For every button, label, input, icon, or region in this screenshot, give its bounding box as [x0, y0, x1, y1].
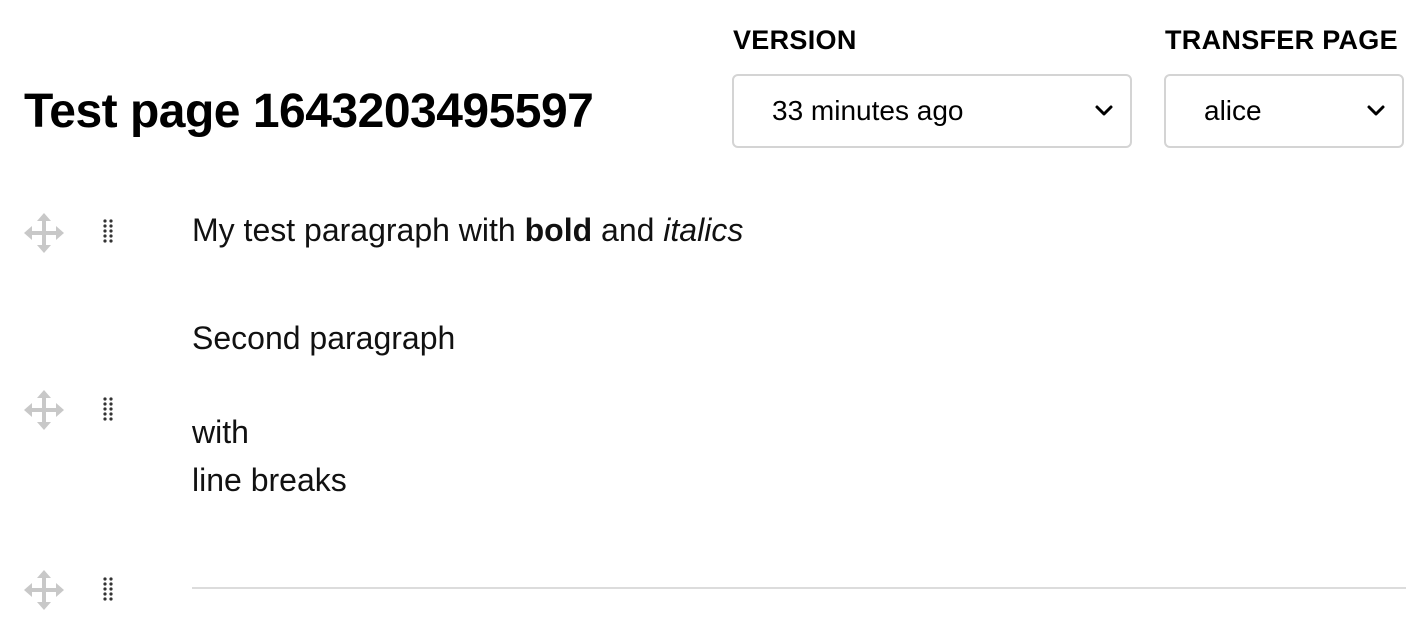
drag-dots-icon[interactable]: [101, 576, 115, 604]
transfer-page-label: TRANSFER PAGE: [1165, 25, 1398, 55]
paragraph-bold: bold: [524, 212, 593, 248]
move-arrows-icon[interactable]: [24, 390, 64, 430]
paragraph-second-line1[interactable]: Second paragraph: [192, 314, 455, 362]
move-arrows-icon[interactable]: [24, 570, 64, 610]
move-arrows-icon[interactable]: [24, 213, 64, 253]
chevron-down-icon: [1095, 105, 1113, 116]
paragraph-second-line2[interactable]: with: [192, 408, 249, 456]
transfer-page-select-value: alice: [1204, 95, 1262, 126]
drag-dots-icon[interactable]: [101, 218, 115, 246]
page-title: Test page 1643203495597: [24, 85, 594, 138]
transfer-page-select[interactable]: alice: [1164, 74, 1404, 148]
version-select[interactable]: 33 minutes ago: [732, 74, 1132, 148]
content-block-1: My test paragraph with bold and italics: [0, 180, 1418, 290]
paragraph-italic: italics: [663, 212, 744, 248]
paragraph-middle: and: [592, 212, 664, 248]
version-label: VERSION: [733, 25, 857, 55]
page: Test page 1643203495597 VERSION 33 minut…: [0, 0, 1418, 638]
chevron-down-icon: [1367, 105, 1385, 116]
paragraph-second-line3[interactable]: line breaks: [192, 456, 347, 504]
content-block-2: Second paragraph with line breaks: [0, 290, 1418, 530]
content-block-3: [0, 530, 1418, 630]
drag-dots-icon[interactable]: [101, 396, 115, 424]
horizontal-divider[interactable]: [192, 587, 1406, 589]
version-select-value: 33 minutes ago: [772, 95, 964, 126]
paragraph-text[interactable]: My test paragraph with bold and italics: [192, 206, 743, 254]
paragraph-prefix: My test paragraph with: [192, 212, 525, 248]
